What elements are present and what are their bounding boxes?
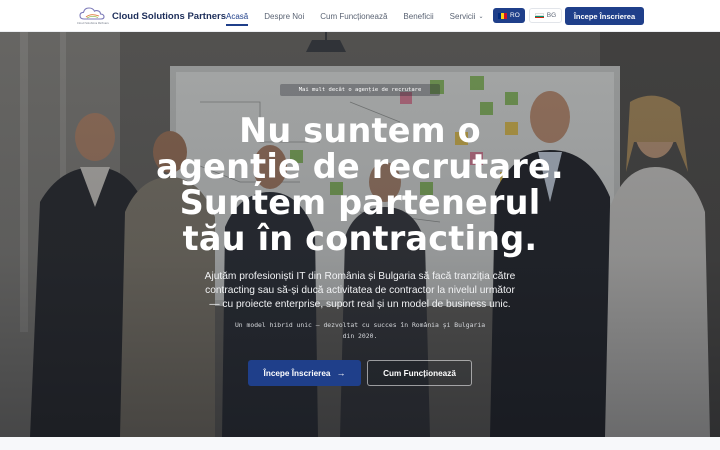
main-nav: Acasă Despre Noi Cum Funcționează Benefi… — [226, 0, 499, 32]
brand-logo-link[interactable]: Cloud Solutions Partners Cloud Solutions… — [77, 5, 226, 27]
language-bg-label: BG — [546, 12, 557, 19]
nav-link-cum-functioneaza[interactable]: Cum Funcționează — [320, 12, 387, 21]
top-navbar: Cloud Solutions Partners Cloud Solutions… — [0, 0, 720, 32]
logo-caption: Cloud Solutions Partners — [77, 22, 109, 25]
arrow-right-icon: → — [336, 368, 346, 378]
nav-link-servicii-label: Servicii — [449, 11, 476, 21]
chevron-down-icon: ⌄ — [478, 13, 484, 20]
hero-description: Ajutăm profesioniști IT din România și B… — [185, 270, 535, 312]
hero-description-line: — cu proiecte enterprise, suport real și… — [209, 299, 511, 310]
cloud-icon: Cloud Solutions Partners — [77, 5, 109, 27]
bulgaria-flag-icon — [534, 12, 544, 19]
hero-headline-line: tău în contracting. — [182, 219, 538, 258]
language-ro-button[interactable]: RO — [493, 8, 525, 23]
nav-link-beneficii[interactable]: Beneficii — [403, 12, 433, 21]
language-ro-label: RO — [510, 12, 520, 19]
hero-model-note-line: Un model hibrid unic — dezvoltat cu succ… — [234, 321, 486, 329]
nav-link-servicii[interactable]: Servicii ⌄ — [450, 12, 484, 21]
start-enrollment-nav-button[interactable]: Începe Înscrierea — [565, 7, 644, 25]
hero-model-note: Un model hibrid unic — dezvoltat cu succ… — [200, 320, 520, 342]
hero-headline-line: Nu suntem o — [239, 111, 481, 150]
hero-section: Mai mult decât o agenție de recrutare Nu… — [0, 32, 720, 437]
nav-link-despre-noi[interactable]: Despre Noi — [264, 12, 304, 21]
language-bg-button[interactable]: BG — [528, 8, 563, 23]
next-section-edge — [0, 437, 720, 450]
how-it-works-button[interactable]: Cum Funcționează — [367, 360, 472, 386]
brand-name: Cloud Solutions Partners — [112, 10, 227, 22]
hero-eyebrow-badge: Mai mult decât o agenție de recrutare — [280, 84, 440, 96]
hero-headline: Nu suntem o agenție de recrutare. Suntem… — [100, 113, 620, 257]
hero-description-line: Ajutăm profesioniști IT din România și B… — [204, 271, 516, 282]
start-enrollment-hero-button[interactable]: Începe Înscrierea → — [248, 360, 361, 386]
nav-link-acasa[interactable]: Acasă — [226, 12, 249, 26]
romania-flag-icon — [498, 12, 507, 19]
language-switcher: RO BG — [493, 8, 563, 23]
hero-headline-line: agenție de recrutare. — [156, 147, 564, 186]
hero-description-line: contracting sau să-și ducă activitatea d… — [205, 285, 515, 296]
hero-model-note-line: din 2020. — [342, 332, 378, 340]
hero-headline-line: Suntem partenerul — [179, 183, 541, 222]
start-enrollment-hero-label: Începe Înscrierea — [263, 368, 331, 378]
